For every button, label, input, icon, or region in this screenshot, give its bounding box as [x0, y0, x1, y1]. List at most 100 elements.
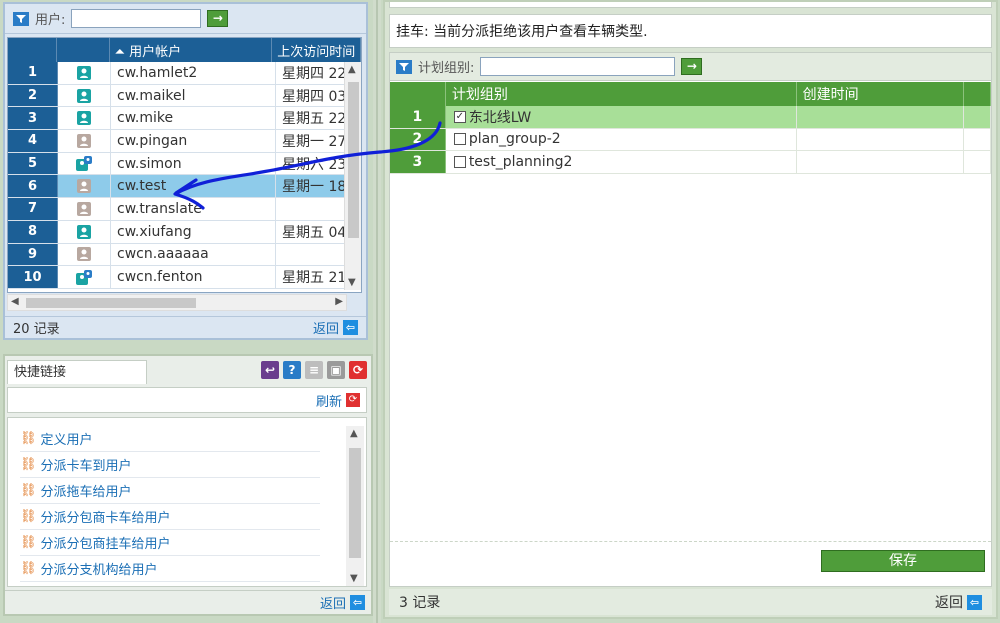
quick-link-label[interactable]: 分派分支机构给用户: [41, 559, 158, 578]
quick-link-item[interactable]: ⛓ 分派卡车到用户: [20, 452, 320, 478]
table-row[interactable]: 1 cw.hamlet2 星期四 22: [8, 62, 361, 85]
user-status-icon: [58, 152, 111, 175]
save-disk-icon[interactable]: ▣: [327, 361, 345, 379]
back-arrow-icon: ⇦: [343, 320, 358, 335]
user-account[interactable]: cw.translate: [111, 198, 276, 220]
scroll-thumb[interactable]: [349, 448, 361, 558]
table-row[interactable]: 2 plan_group-2: [390, 128, 991, 151]
splitter-bar[interactable]: [376, 0, 378, 623]
table-row[interactable]: 1 ✓ 东北线LW: [390, 106, 991, 129]
created-time: [797, 151, 965, 173]
quick-link-item[interactable]: ⛓ 分派分支机构给用户: [20, 556, 320, 582]
user-account[interactable]: cw.xiufang: [111, 220, 276, 243]
trailer-message: 挂车: 当前分派拒绝该用户查看车辆类型.: [389, 14, 992, 48]
last-visit: 星期六 23: [276, 152, 351, 175]
quick-link-label[interactable]: 分派卡车到用户: [41, 455, 132, 474]
refresh-bar: 刷新 ⟳: [7, 387, 367, 413]
quick-link-item[interactable]: ⛓ 分派分包商卡车给用户: [20, 504, 320, 530]
user-account[interactable]: cwcn.fenton: [111, 266, 276, 288]
table-row[interactable]: 8 cw.xiufang 星期五 04: [8, 220, 361, 244]
scroll-thumb-h[interactable]: [26, 298, 196, 308]
table-row[interactable]: 10 cwcn.fenton 星期五 21: [8, 266, 361, 289]
row-number: 3: [8, 107, 58, 130]
table-row[interactable]: 5 cw.simon 星期六 23: [8, 152, 361, 176]
filter-icon[interactable]: [396, 59, 412, 74]
column-header-last-visit[interactable]: 上次访问时间: [272, 38, 361, 62]
row-number: 2: [8, 84, 58, 107]
table-row[interactable]: 2 cw.maikel 星期四 03: [8, 84, 361, 108]
quick-link-label[interactable]: 定义用户: [41, 429, 93, 448]
table-row[interactable]: 9 cwcn.aaaaaa: [8, 243, 361, 267]
user-account[interactable]: cw.pingan: [111, 130, 276, 152]
user-filter-bar: 用户: →: [5, 4, 366, 34]
user-account[interactable]: cw.mike: [111, 107, 276, 130]
quick-link-item[interactable]: ⛓ 分派拖车给用户: [20, 478, 320, 504]
users-horizontal-scrollbar[interactable]: ◀ ▶: [7, 294, 347, 311]
scroll-down-arrow-icon[interactable]: ▼: [348, 277, 356, 288]
plan-filter-input[interactable]: [480, 57, 676, 76]
column-header-plan-group[interactable]: 计划组别: [446, 82, 797, 106]
plan-record-count: 3 记录: [399, 595, 441, 611]
table-row[interactable]: 3 cw.mike 星期五 22: [8, 107, 361, 131]
user-status-icon: [58, 198, 111, 220]
notes-icon[interactable]: ≡: [305, 361, 323, 379]
filter-icon[interactable]: [13, 11, 29, 26]
scroll-down-arrow-icon[interactable]: ▼: [350, 573, 358, 584]
user-account[interactable]: cw.maikel: [111, 84, 276, 107]
refresh-icon[interactable]: ⟳: [346, 393, 360, 407]
last-visit: 星期一 27: [276, 130, 351, 152]
scroll-up-arrow-icon[interactable]: ▲: [350, 428, 358, 439]
table-row[interactable]: 6 cw.test 星期一 18: [8, 175, 361, 199]
scroll-left-arrow-icon[interactable]: ◀: [11, 296, 19, 307]
plan-group-name: plan_group-2: [468, 131, 561, 148]
quick-link-item[interactable]: ⛓ 定义用户: [20, 426, 320, 452]
user-filter-go-button[interactable]: →: [207, 10, 229, 27]
row-tail: [964, 106, 991, 128]
quick-links-tabbar: 快捷链接 ↩ ? ≡ ▣ ⟳: [5, 356, 371, 386]
plan-filter-go-button[interactable]: →: [681, 58, 703, 75]
scroll-right-arrow-icon[interactable]: ▶: [335, 296, 343, 307]
plan-group-checkbox[interactable]: ✓: [453, 110, 466, 123]
plan-back-link[interactable]: 返回 ⇦: [935, 592, 982, 612]
plan-group-checkbox[interactable]: [453, 155, 466, 168]
links-vertical-scrollbar[interactable]: ▲ ▼: [346, 426, 364, 586]
quick-links-list: ⛓ 定义用户 ⛓ 分派卡车到用户 ⛓ 分派拖车给用户 ⛓ 分派分包商卡车给用户 ⛓ 分派分包商挂车…: [7, 417, 367, 587]
user-account[interactable]: cw.test: [111, 175, 276, 198]
quick-link-item[interactable]: ⛓ 分派分包商挂车给用户: [20, 530, 320, 556]
last-visit: 星期四 03: [276, 84, 351, 107]
scroll-up-arrow-icon[interactable]: ▲: [348, 64, 356, 75]
column-header-created[interactable]: 创建时间: [797, 82, 965, 106]
last-visit: [276, 243, 351, 266]
tab-quick-links[interactable]: 快捷链接: [7, 360, 147, 384]
quick-link-label[interactable]: 分派分包商挂车给用户: [41, 533, 171, 552]
column-header-account[interactable]: ⏶ 用户帐户: [110, 38, 273, 62]
users-back-link[interactable]: 返回 ⇦: [313, 318, 358, 337]
user-account[interactable]: cw.simon: [111, 152, 276, 175]
plan-group-box: 计划组别: → 计划组别 创建时间 1 ✓ 东北线LW 2 plan_group-2 3 t…: [389, 52, 992, 587]
users-panel: 用户: → ⏶ 用户帐户 上次访问时间 1 cw.hamlet2 星期四 22 2 cw…: [3, 2, 368, 340]
users-vertical-scrollbar[interactable]: ▲ ▼: [344, 62, 361, 290]
scroll-thumb[interactable]: [348, 82, 359, 238]
table-row[interactable]: 7 cw.translate: [8, 198, 361, 221]
link-chain-icon: ⛓: [20, 561, 37, 576]
last-visit: 星期一 18: [276, 175, 351, 198]
links-status-bar: 返回 ⇦: [5, 590, 371, 614]
quick-link-label[interactable]: 分派拖车给用户: [41, 481, 132, 500]
save-button[interactable]: 保存: [821, 550, 985, 572]
plan-group-checkbox[interactable]: [453, 133, 466, 146]
refresh-link[interactable]: 刷新: [316, 391, 342, 410]
users-back-label: 返回: [312, 322, 339, 337]
plan-group-cell: ✓ 东北线LW: [445, 106, 797, 128]
user-account[interactable]: cwcn.aaaaaa: [111, 243, 276, 266]
user-filter-input[interactable]: [71, 9, 202, 28]
help-icon[interactable]: ?: [283, 361, 301, 379]
user-account[interactable]: cw.hamlet2: [111, 62, 276, 84]
table-row[interactable]: 4 cw.pingan 星期一 27: [8, 130, 361, 153]
links-back-link[interactable]: 返回 ⇦: [320, 593, 365, 612]
reload-icon[interactable]: ⟳: [349, 361, 367, 379]
return-icon[interactable]: ↩: [261, 361, 279, 379]
links-back-label: 返回: [319, 597, 346, 612]
table-row[interactable]: 3 test_planning2: [390, 151, 991, 174]
quick-link-label[interactable]: 分派分包商卡车给用户: [41, 507, 171, 526]
panel-splitter[interactable]: [373, 0, 381, 623]
